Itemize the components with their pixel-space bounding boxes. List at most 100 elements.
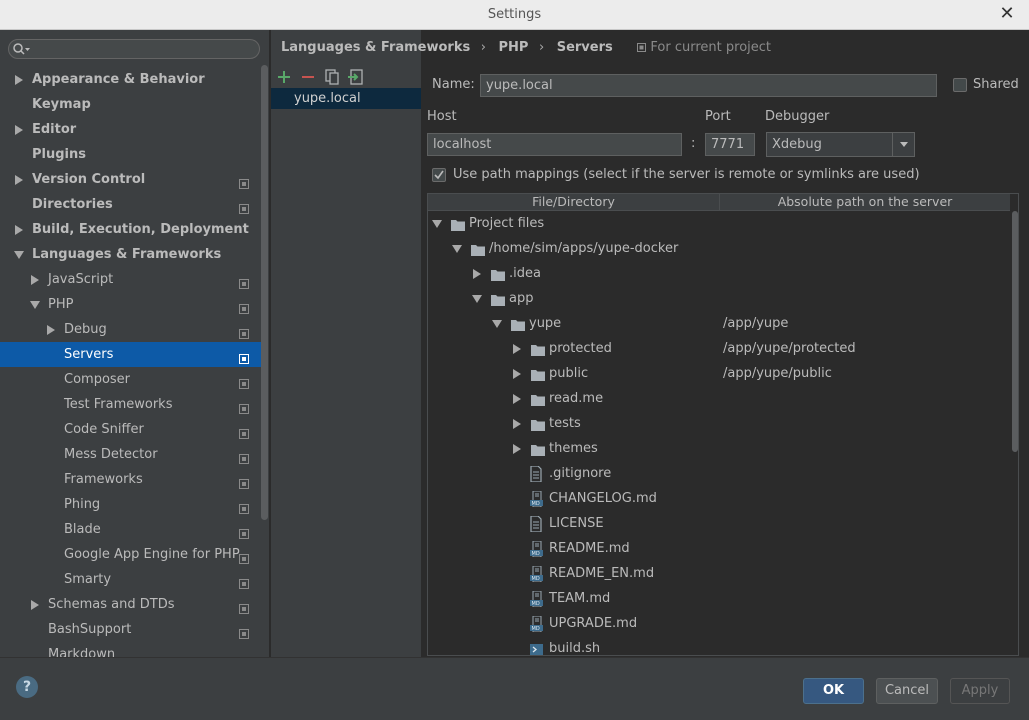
- expanded-arrow-icon[interactable]: [452, 236, 462, 261]
- sidebar-item[interactable]: Markdown: [0, 642, 262, 657]
- dropdown-arrow-icon[interactable]: [892, 133, 914, 156]
- project-scope-icon: [239, 199, 250, 214]
- sidebar-item[interactable]: Editor: [0, 117, 262, 142]
- dialog-footer: ? OK Cancel Apply: [0, 657, 1029, 720]
- file-name: .idea: [509, 266, 541, 281]
- cancel-button[interactable]: Cancel: [876, 678, 938, 704]
- collapsed-arrow-icon[interactable]: [512, 386, 522, 411]
- sidebar-item[interactable]: Directories: [0, 192, 262, 217]
- table-row[interactable]: .idea: [428, 261, 1010, 286]
- server-item[interactable]: yupe.local: [271, 88, 421, 109]
- search-input[interactable]: [8, 39, 260, 59]
- table-row[interactable]: /home/sim/apps/yupe-docker: [428, 236, 1010, 261]
- sidebar-item[interactable]: Code Sniffer: [0, 417, 262, 442]
- sidebar-item[interactable]: Servers: [0, 342, 262, 367]
- copy-icon[interactable]: [323, 68, 341, 86]
- help-icon[interactable]: ?: [16, 676, 38, 698]
- file-name: README_EN.md: [549, 566, 655, 581]
- collapsed-arrow-icon[interactable]: [30, 267, 40, 292]
- shared-checkbox[interactable]: [953, 78, 967, 92]
- sidebar-item-label: Phing: [64, 497, 101, 512]
- expanded-arrow-icon[interactable]: [492, 311, 502, 336]
- expanded-arrow-icon[interactable]: [432, 211, 442, 236]
- collapsed-arrow-icon[interactable]: [472, 261, 482, 286]
- collapsed-arrow-icon[interactable]: [14, 117, 24, 142]
- column-header-file[interactable]: File/Directory: [428, 194, 720, 211]
- table-row[interactable]: yupe/app/yupe: [428, 311, 1010, 336]
- table-row[interactable]: LICENSE: [428, 511, 1010, 536]
- column-header-server-path[interactable]: Absolute path on the server: [720, 194, 1010, 210]
- table-row[interactable]: MD UPGRADE.md: [428, 611, 1010, 636]
- collapsed-arrow-icon[interactable]: [30, 592, 40, 617]
- sidebar-item-label: PHP: [48, 297, 74, 312]
- table-scrollbar[interactable]: [1012, 211, 1018, 452]
- port-field[interactable]: 7771: [705, 133, 755, 156]
- file-name: LICENSE: [549, 516, 604, 531]
- file-name: yupe: [529, 316, 562, 331]
- collapsed-arrow-icon[interactable]: [14, 67, 24, 92]
- sidebar-item[interactable]: Test Frameworks: [0, 392, 262, 417]
- table-row[interactable]: read.me: [428, 386, 1010, 411]
- table-row[interactable]: MD CHANGELOG.md: [428, 486, 1010, 511]
- collapsed-arrow-icon[interactable]: [512, 336, 522, 361]
- ok-button[interactable]: OK: [803, 678, 864, 704]
- path-mappings-checkbox[interactable]: [432, 168, 446, 182]
- table-row[interactable]: tests: [428, 411, 1010, 436]
- sidebar-scrollbar[interactable]: [261, 65, 268, 520]
- table-row[interactable]: protected/app/yupe/protected: [428, 336, 1010, 361]
- sidebar-item[interactable]: Debug: [0, 317, 262, 342]
- title-bar: Settings ✕: [0, 0, 1029, 30]
- sidebar-item[interactable]: Blade: [0, 517, 262, 542]
- sidebar-item[interactable]: Languages & Frameworks: [0, 242, 262, 267]
- sidebar-item-label: Keymap: [32, 97, 91, 112]
- collapsed-arrow-icon[interactable]: [46, 317, 56, 342]
- breadcrumb-part[interactable]: PHP: [499, 40, 529, 55]
- sidebar-item[interactable]: Schemas and DTDs: [0, 592, 262, 617]
- sidebar-item[interactable]: Build, Execution, Deployment: [0, 217, 262, 242]
- close-icon[interactable]: ✕: [997, 4, 1017, 24]
- host-field[interactable]: localhost: [427, 133, 682, 156]
- server-path[interactable]: /app/yupe/public: [723, 361, 832, 386]
- import-icon[interactable]: [347, 68, 365, 86]
- sidebar-item[interactable]: Keymap: [0, 92, 262, 117]
- server-path[interactable]: /app/yupe: [723, 311, 788, 336]
- sidebar-item[interactable]: Frameworks: [0, 467, 262, 492]
- remove-icon[interactable]: [299, 68, 317, 86]
- sidebar-item[interactable]: Composer: [0, 367, 262, 392]
- table-row[interactable]: build.sh: [428, 636, 1010, 655]
- collapsed-arrow-icon[interactable]: [512, 361, 522, 386]
- table-row[interactable]: themes: [428, 436, 1010, 461]
- checkmark-icon: [434, 170, 444, 180]
- sidebar-item[interactable]: Appearance & Behavior: [0, 67, 262, 92]
- table-row[interactable]: MD README.md: [428, 536, 1010, 561]
- add-icon[interactable]: [275, 68, 293, 86]
- sidebar-item[interactable]: Version Control: [0, 167, 262, 192]
- sidebar-item[interactable]: Mess Detector: [0, 442, 262, 467]
- sidebar-item[interactable]: Plugins: [0, 142, 262, 167]
- table-row[interactable]: MD TEAM.md: [428, 586, 1010, 611]
- expanded-arrow-icon[interactable]: [472, 286, 482, 311]
- collapsed-arrow-icon[interactable]: [14, 217, 24, 242]
- breadcrumb-part[interactable]: Languages & Frameworks: [281, 40, 470, 55]
- debugger-select[interactable]: Xdebug: [766, 132, 915, 157]
- table-row[interactable]: app: [428, 286, 1010, 311]
- server-path[interactable]: /app/yupe/protected: [723, 336, 856, 361]
- collapsed-arrow-icon[interactable]: [512, 436, 522, 461]
- sidebar-item[interactable]: BashSupport: [0, 617, 262, 642]
- collapsed-arrow-icon[interactable]: [14, 167, 24, 192]
- expanded-arrow-icon[interactable]: [14, 242, 24, 267]
- sidebar-item[interactable]: PHP: [0, 292, 262, 317]
- sidebar-item[interactable]: JavaScript: [0, 267, 262, 292]
- sidebar-item[interactable]: Smarty: [0, 567, 262, 592]
- table-row[interactable]: MD README_EN.md: [428, 561, 1010, 586]
- collapsed-arrow-icon[interactable]: [512, 411, 522, 436]
- sidebar-item[interactable]: Phing: [0, 492, 262, 517]
- sidebar-item[interactable]: Google App Engine for PHP: [0, 542, 262, 567]
- table-row[interactable]: Project files: [428, 211, 1010, 236]
- name-field[interactable]: yupe.local: [480, 74, 937, 97]
- table-row[interactable]: .gitignore: [428, 461, 1010, 486]
- expanded-arrow-icon[interactable]: [30, 292, 40, 317]
- table-row[interactable]: public/app/yupe/public: [428, 361, 1010, 386]
- sidebar-item-label: Markdown: [48, 647, 116, 657]
- apply-button[interactable]: Apply: [950, 678, 1010, 704]
